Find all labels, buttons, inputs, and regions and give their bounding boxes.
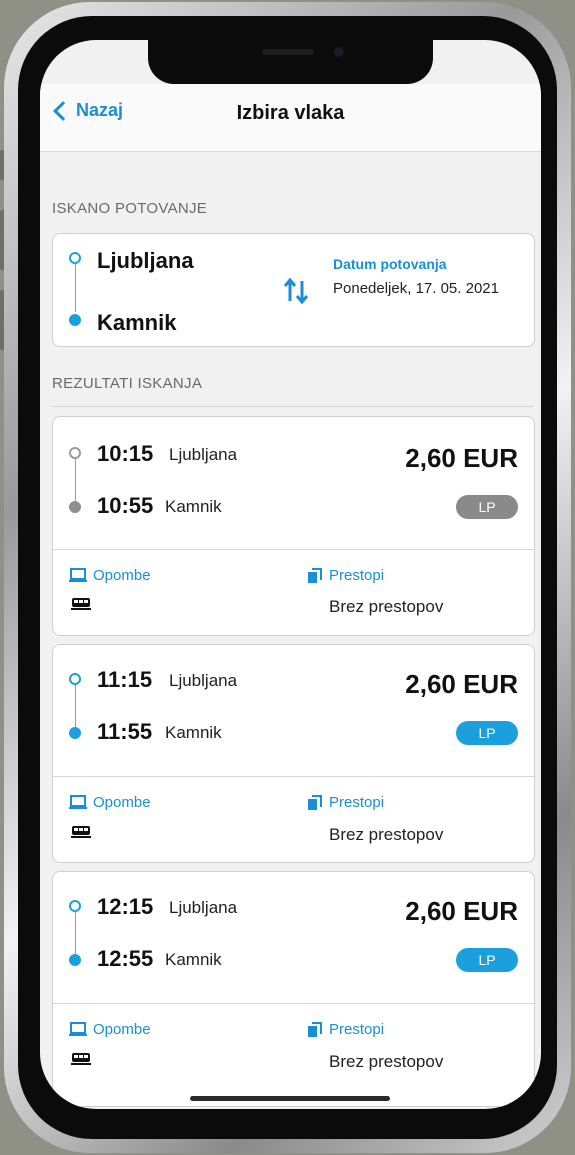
- notch: [148, 40, 433, 84]
- departure-time: 10:15: [97, 441, 154, 466]
- section-divider: [52, 406, 533, 407]
- home-indicator: [190, 1096, 390, 1101]
- notes-label: Opombe: [93, 1021, 151, 1038]
- train-result-card[interactable]: 12:15 Ljubljana 12:55 Kamnik 2,60 EUR LP…: [52, 871, 535, 1107]
- search-summary-card: Ljubljana Kamnik Datum potovanja Ponedel…: [52, 233, 535, 347]
- route-line: [74, 264, 76, 312]
- page-title: Izbira vlaka: [236, 102, 345, 124]
- train-type-badge[interactable]: LP: [456, 948, 518, 972]
- ticket-price: 2,60 EUR: [405, 896, 518, 926]
- card-divider: [53, 549, 534, 550]
- arrival-dot-icon: [69, 954, 81, 966]
- departure-station: Ljubljana: [169, 898, 238, 917]
- card-divider: [53, 776, 534, 777]
- transfers-link[interactable]: Prestopi: [307, 567, 384, 584]
- departure-dot-icon: [69, 447, 81, 459]
- ticket-price: 2,60 EUR: [405, 669, 518, 699]
- laptop-icon: [69, 795, 87, 809]
- train-type-badge[interactable]: LP: [456, 721, 518, 745]
- destination-dot-icon: [69, 314, 81, 326]
- navigation-bar: Nazaj Izbira vlaka: [40, 84, 541, 152]
- arrival-station: Kamnik: [165, 497, 222, 516]
- train-icon: [71, 1053, 91, 1065]
- transfers-value: Brez prestopov: [329, 597, 444, 616]
- route-line: [74, 912, 76, 954]
- laptop-icon: [69, 568, 87, 582]
- arrival-time: 10:55: [97, 493, 154, 518]
- transfer-icon: [308, 567, 322, 583]
- travel-date-label: Datum potovanja: [333, 256, 447, 272]
- notes-link[interactable]: Opombe: [69, 794, 151, 811]
- arrival-dot-icon: [69, 727, 81, 739]
- origin-city: Ljubljana: [97, 248, 194, 273]
- notes-label: Opombe: [93, 567, 151, 584]
- departure-station: Ljubljana: [169, 445, 238, 464]
- section-title-results: REZULTATI ISKANJA: [52, 375, 203, 392]
- transfers-link[interactable]: Prestopi: [307, 1021, 384, 1038]
- phone-screen: Nazaj Izbira vlaka ISKANO POTOVANJE Ljub…: [40, 40, 541, 1109]
- notes-link[interactable]: Opombe: [69, 1021, 151, 1038]
- front-camera: [334, 47, 344, 57]
- section-title-search: ISKANO POTOVANJE: [52, 200, 208, 217]
- swap-direction-icon[interactable]: [283, 277, 309, 305]
- arrival-station: Kamnik: [165, 723, 222, 742]
- transfer-icon: [308, 1021, 322, 1037]
- notes-link[interactable]: Opombe: [69, 567, 151, 584]
- ticket-price: 2,60 EUR: [405, 443, 518, 473]
- laptop-icon: [69, 1022, 87, 1036]
- origin-dot-icon: [69, 252, 81, 264]
- train-icon: [71, 598, 91, 610]
- train-result-card[interactable]: 11:15 Ljubljana 11:55 Kamnik 2,60 EUR LP…: [52, 644, 535, 863]
- transfers-label: Prestopi: [329, 567, 385, 584]
- transfers-label: Prestopi: [329, 1021, 385, 1038]
- transfers-value: Brez prestopov: [329, 825, 444, 844]
- train-type-badge[interactable]: LP: [456, 495, 518, 519]
- departure-station: Ljubljana: [169, 671, 238, 690]
- route-line: [74, 685, 76, 727]
- train-icon: [71, 826, 91, 838]
- destination-city: Kamnik: [97, 310, 177, 335]
- transfers-value: Brez prestopov: [329, 1052, 444, 1071]
- transfers-label: Prestopi: [329, 794, 385, 811]
- departure-dot-icon: [69, 900, 81, 912]
- arrival-time: 12:55: [97, 946, 154, 971]
- arrival-dot-icon: [69, 501, 81, 513]
- travel-date-value: Ponedeljek, 17. 05. 2021: [333, 280, 499, 297]
- speaker: [262, 49, 314, 55]
- departure-dot-icon: [69, 673, 81, 685]
- transfers-link[interactable]: Prestopi: [307, 794, 384, 811]
- route-line: [74, 459, 76, 501]
- arrival-time: 11:55: [97, 719, 153, 744]
- train-result-card[interactable]: 10:15 Ljubljana 10:55 Kamnik 2,60 EUR LP…: [52, 416, 535, 636]
- departure-time: 12:15: [97, 894, 154, 919]
- arrival-station: Kamnik: [165, 950, 222, 969]
- card-divider: [53, 1003, 534, 1004]
- notes-label: Opombe: [93, 794, 151, 811]
- transfer-icon: [308, 794, 322, 810]
- departure-time: 11:15: [97, 667, 153, 692]
